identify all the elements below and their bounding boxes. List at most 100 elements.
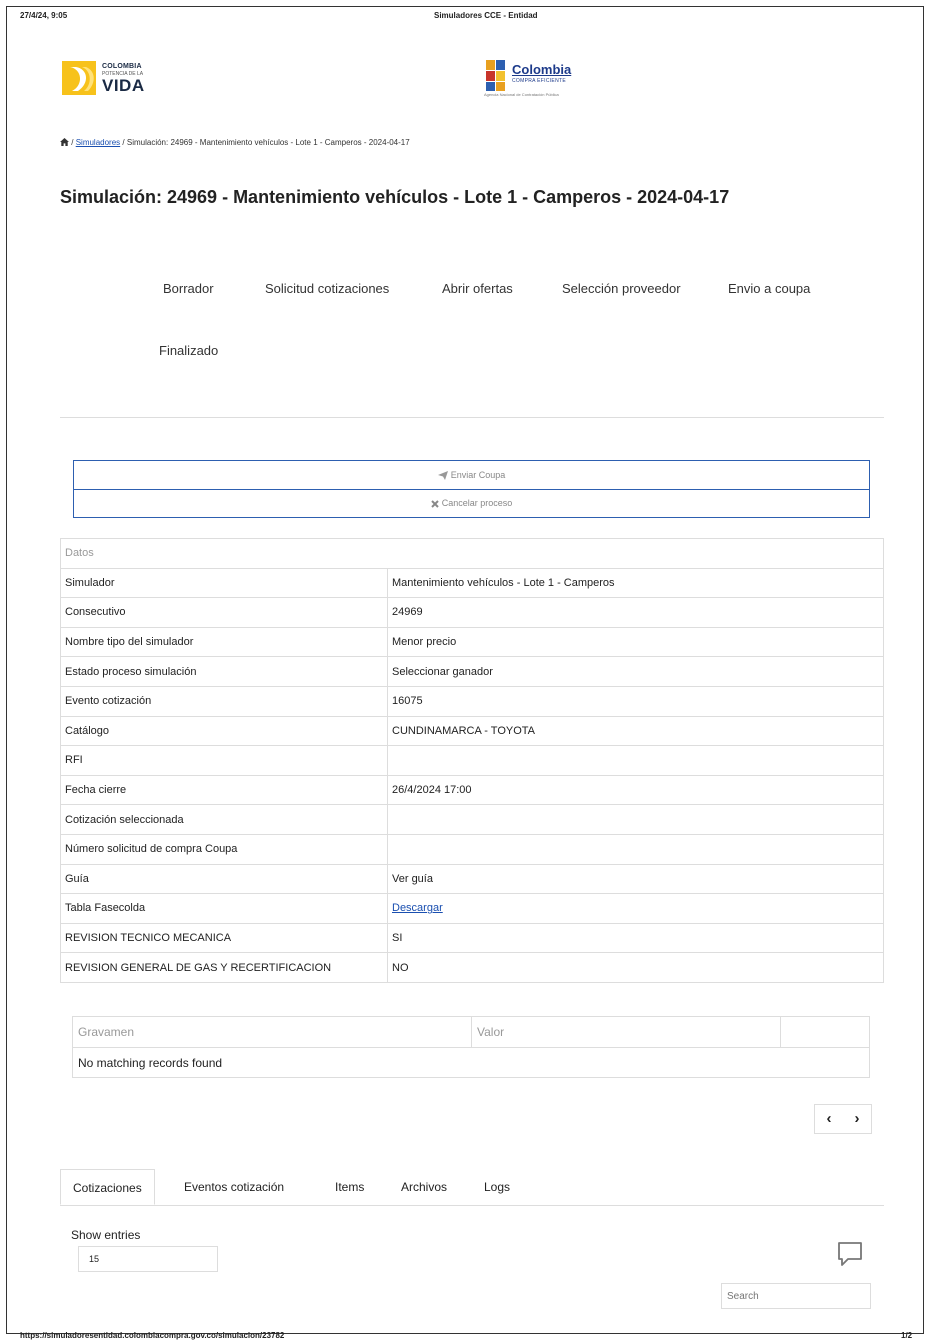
- datos-table: Datos Simulador Mantenimiento vehículos …: [60, 538, 884, 983]
- breadcrumb-separator: /: [122, 138, 125, 147]
- step-abrir-ofertas[interactable]: Abrir ofertas: [442, 281, 513, 296]
- datos-header-row: Datos: [60, 538, 884, 569]
- show-entries-label: Show entries: [71, 1228, 141, 1242]
- row-label: Cotización seleccionada: [60, 804, 388, 835]
- breadcrumb-simuladores-link[interactable]: Simuladores: [76, 138, 120, 147]
- no-records-message: No matching records found: [72, 1047, 870, 1078]
- row-label: Nombre tipo del simulador: [60, 626, 388, 658]
- step-solicitud-cotizaciones[interactable]: Solicitud cotizaciones: [265, 281, 389, 296]
- step-borrador[interactable]: Borrador: [163, 281, 214, 296]
- logo-left-line1: COLOMBIA: [102, 63, 142, 70]
- colombia-logo-icon: [62, 61, 96, 95]
- row-value: Seleccionar ganador: [387, 656, 884, 687]
- row-label: Estado proceso simulación: [60, 656, 388, 687]
- step-envio-coupa[interactable]: Envio a coupa: [728, 281, 810, 296]
- row-value: [387, 745, 884, 776]
- page-title: Simulación: 24969 - Mantenimiento vehícu…: [60, 187, 730, 207]
- colombia-compra-logo: Colombia COMPRA EFICIENTE Agencia Nacion…: [484, 58, 596, 98]
- gravamen-header-row: Gravamen Valor: [72, 1016, 870, 1048]
- row-value: 24969: [387, 597, 884, 628]
- row-label: Catálogo: [60, 715, 388, 747]
- prev-page-button[interactable]: ‹: [815, 1105, 843, 1133]
- cancelar-proceso-label: Cancelar proceso: [441, 498, 513, 508]
- row-label: Número solicitud de compra Coupa: [60, 833, 388, 865]
- logo-right-line1: Colombia: [512, 62, 572, 77]
- pagination: ‹ ›: [814, 1104, 872, 1134]
- tab-archivos[interactable]: Archivos: [401, 1169, 447, 1205]
- row-value: [387, 833, 884, 865]
- print-datetime: 27/4/24, 9:05: [20, 11, 68, 20]
- row-value: 16075: [387, 685, 884, 717]
- tab-logs[interactable]: Logs: [484, 1169, 510, 1205]
- row-label: REVISION GENERAL DE GAS Y RECERTIFICACIO…: [60, 952, 388, 983]
- row-label: REVISION TECNICO MECANICA: [60, 922, 388, 954]
- row-value: NO: [387, 952, 884, 983]
- next-page-button[interactable]: ›: [843, 1105, 871, 1133]
- valor-column-header[interactable]: Valor: [471, 1016, 781, 1048]
- row-value: Descargar: [387, 893, 884, 924]
- datos-header: Datos: [60, 538, 884, 569]
- row-label: RFI: [60, 745, 388, 776]
- row-value: [387, 804, 884, 835]
- breadcrumb: / Simuladores / Simulación: 24969 - Mant…: [60, 138, 410, 147]
- step-finalizado[interactable]: Finalizado: [159, 343, 218, 358]
- table-row: Simulador Mantenimiento vehículos - Lote…: [60, 567, 884, 599]
- row-label: Evento cotización: [60, 685, 388, 717]
- colombia-compra-logo-icon: [486, 60, 505, 91]
- table-row: Cotización seleccionada: [60, 804, 884, 835]
- home-icon[interactable]: [60, 138, 69, 146]
- empty-column-header: [780, 1016, 870, 1048]
- entries-select[interactable]: 15: [78, 1246, 218, 1272]
- table-row: REVISION TECNICO MECANICA SI: [60, 922, 884, 954]
- step-seleccion-proveedor[interactable]: Selección proveedor: [562, 281, 681, 296]
- breadcrumb-separator: /: [71, 138, 74, 147]
- logo-left-line3: VIDA: [102, 76, 145, 95]
- table-row: Fecha cierre 26/4/2024 17:00: [60, 774, 884, 806]
- logo-right-line3: Agencia Nacional de Contratación Pública: [484, 92, 559, 97]
- x-icon: [431, 500, 439, 508]
- row-value: Menor precio: [387, 626, 884, 658]
- print-page-number: 1/2: [901, 1331, 913, 1340]
- row-value: Mantenimiento vehículos - Lote 1 - Campe…: [387, 567, 884, 599]
- table-row: Catálogo CUNDINAMARCA - TOYOTA: [60, 715, 884, 747]
- table-row: Evento cotización 16075: [60, 685, 884, 717]
- table-row: No matching records found: [72, 1047, 870, 1078]
- descargar-link[interactable]: Descargar: [392, 902, 443, 914]
- row-value: SI: [387, 922, 884, 954]
- row-value: CUNDINAMARCA - TOYOTA: [387, 715, 884, 747]
- action-panel: Enviar Coupa Cancelar proceso: [73, 460, 870, 518]
- tab-items[interactable]: Items: [335, 1169, 364, 1205]
- logo-right-line2: COMPRA EFICIENTE: [512, 78, 566, 84]
- breadcrumb-current: Simulación: 24969 - Mantenimiento vehícu…: [126, 138, 410, 147]
- row-label: Guía: [60, 863, 388, 895]
- ver-guia-value[interactable]: Ver guía: [387, 863, 884, 895]
- print-title: Simuladores CCE - Entidad: [434, 11, 538, 20]
- table-row: Número solicitud de compra Coupa: [60, 833, 884, 865]
- table-row: Nombre tipo del simulador Menor precio: [60, 626, 884, 658]
- cancelar-proceso-button[interactable]: Cancelar proceso: [74, 489, 869, 517]
- tab-bar: Cotizaciones Eventos cotización Items Ar…: [60, 1169, 884, 1206]
- gravamen-table: Gravamen Valor No matching records found: [72, 1016, 870, 1078]
- search-input[interactable]: [721, 1283, 871, 1309]
- table-row: RFI: [60, 745, 884, 776]
- table-row: Estado proceso simulación Seleccionar ga…: [60, 656, 884, 687]
- paper-plane-icon: [437, 471, 448, 480]
- row-label: Simulador: [60, 567, 388, 599]
- row-value: 26/4/2024 17:00: [387, 774, 884, 806]
- gravamen-column-header[interactable]: Gravamen: [72, 1016, 472, 1048]
- colombia-potencia-logo: COLOMBIA POTENCIA DE LA VIDA: [62, 59, 162, 99]
- row-label: Fecha cierre: [60, 774, 388, 806]
- row-label: Consecutivo: [60, 597, 388, 628]
- enviar-coupa-button[interactable]: Enviar Coupa: [74, 461, 869, 490]
- print-url: https://simuladoresentidad.colombiacompr…: [20, 1331, 285, 1340]
- table-row: REVISION GENERAL DE GAS Y RECERTIFICACIO…: [60, 952, 884, 983]
- table-row: Guía Ver guía: [60, 863, 884, 895]
- tab-cotizaciones[interactable]: Cotizaciones: [60, 1169, 155, 1205]
- enviar-coupa-label: Enviar Coupa: [450, 470, 506, 480]
- table-row: Tabla Fasecolda Descargar: [60, 893, 884, 924]
- divider: [60, 417, 884, 418]
- tab-eventos-cotizacion[interactable]: Eventos cotización: [184, 1169, 284, 1205]
- row-label: Tabla Fasecolda: [60, 893, 388, 924]
- table-row: Consecutivo 24969: [60, 597, 884, 628]
- chat-bubble-icon[interactable]: [836, 1240, 864, 1268]
